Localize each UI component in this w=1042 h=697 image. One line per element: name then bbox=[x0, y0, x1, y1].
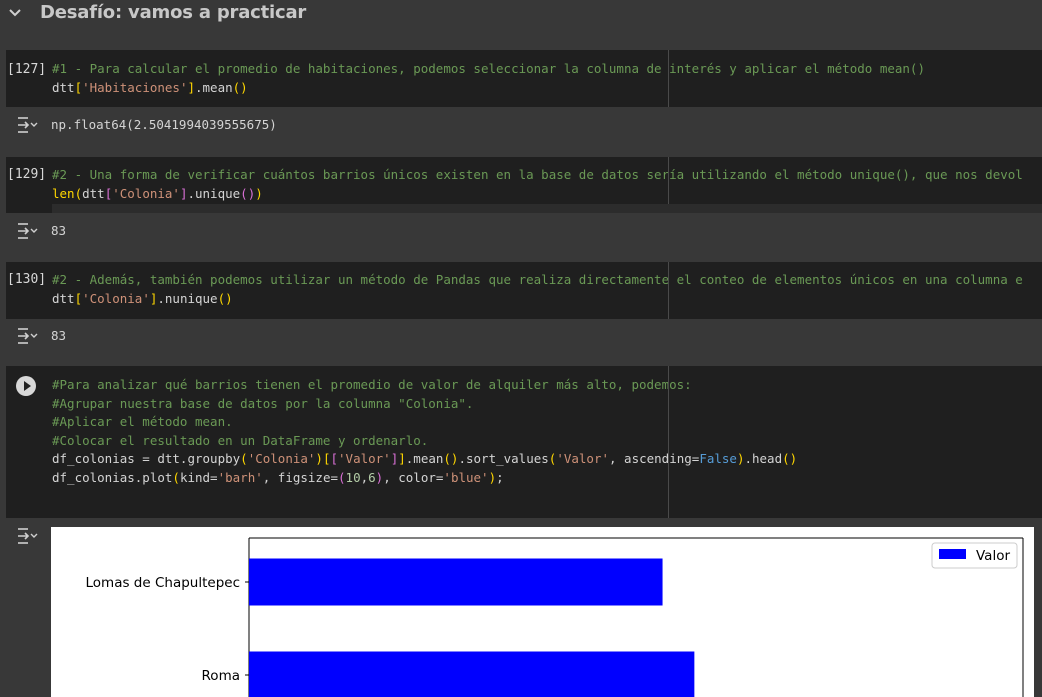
code-token: [ bbox=[330, 451, 338, 466]
code-token: () bbox=[218, 291, 233, 306]
code-line: dtt['Habitaciones'].mean() bbox=[52, 79, 925, 98]
code-token: dtt bbox=[52, 291, 75, 306]
y-tick-label: Lomas de Chapultepec bbox=[86, 575, 241, 591]
execution-count: [127] bbox=[7, 62, 46, 77]
code-token: ) bbox=[255, 186, 263, 201]
execution-count: [130] bbox=[7, 272, 46, 287]
cell-output: 83 bbox=[51, 328, 66, 343]
code-token: 'Colonia' bbox=[112, 186, 180, 201]
chevron-down-icon[interactable] bbox=[7, 4, 23, 20]
output-toggle-icon[interactable] bbox=[16, 222, 40, 240]
code-editor[interactable]: #Para analizar qué barrios tienen el pro… bbox=[52, 376, 797, 487]
code-editor[interactable]: #1 - Para calcular el promedio de habita… bbox=[52, 60, 925, 97]
legend-swatch bbox=[939, 549, 966, 559]
output-toggle-icon[interactable] bbox=[16, 116, 40, 134]
code-line: df_colonias = dtt.groupby('Colonia')[['V… bbox=[52, 450, 797, 469]
bar-chart-output: Lomas de Chapultepec Roma Valor bbox=[51, 527, 1034, 697]
output-toggle-icon[interactable] bbox=[16, 327, 40, 345]
code-token: 'barh' bbox=[218, 470, 263, 485]
section-title: Desafío: vamos a practicar bbox=[40, 2, 306, 23]
code-token: , bbox=[361, 470, 369, 485]
code-token: () bbox=[233, 80, 248, 95]
bar-chart: Lomas de Chapultepec Roma Valor bbox=[51, 527, 1034, 697]
code-token: ( bbox=[240, 451, 248, 466]
code-editor[interactable]: #2 - Además, también podemos utilizar un… bbox=[52, 271, 1023, 308]
code-token: kind= bbox=[180, 470, 218, 485]
code-token: 6 bbox=[368, 470, 376, 485]
execution-count: [129] bbox=[7, 167, 46, 182]
code-line: df_colonias.plot(kind='barh', figsize=(1… bbox=[52, 469, 797, 488]
code-line: #1 - Para calcular el promedio de habita… bbox=[52, 60, 925, 79]
section-header[interactable]: Desafío: vamos a practicar bbox=[0, 0, 1042, 28]
code-token: 10 bbox=[346, 470, 361, 485]
output-toggle-icon[interactable] bbox=[16, 527, 40, 545]
code-token: , figsize= bbox=[263, 470, 338, 485]
bar-roma bbox=[249, 652, 694, 697]
code-token: .sort_values bbox=[458, 451, 548, 466]
code-line: #Colocar el resultado en un DataFrame y … bbox=[52, 432, 797, 451]
code-line: #Agrupar nuestra base de datos por la co… bbox=[52, 395, 797, 414]
y-tick-label: Roma bbox=[202, 668, 240, 684]
code-line: #2 - Una forma de verificar cuántos barr… bbox=[52, 166, 1023, 185]
code-token: () bbox=[782, 451, 797, 466]
code-token: df_colonias = dtt.groupby bbox=[52, 451, 240, 466]
line-length-ruler bbox=[668, 50, 669, 107]
code-token: , color= bbox=[383, 470, 443, 485]
code-token: .mean bbox=[406, 451, 444, 466]
code-token: ( bbox=[75, 186, 83, 201]
code-line: #Aplicar el método mean. bbox=[52, 413, 797, 432]
code-token: False bbox=[699, 451, 737, 466]
code-token: 'Valor' bbox=[338, 451, 391, 466]
code-token: .unique bbox=[187, 186, 240, 201]
run-cell-button[interactable] bbox=[16, 376, 36, 396]
cell-output: 83 bbox=[51, 223, 66, 238]
code-token: #Para analizar qué barrios tienen el pro… bbox=[52, 377, 692, 392]
code-token: #Agrupar nuestra base de datos por la co… bbox=[52, 396, 473, 411]
code-token: dtt bbox=[52, 80, 75, 95]
line-length-ruler bbox=[668, 262, 669, 319]
bar-lomas-de-chapultepec bbox=[249, 559, 663, 606]
code-editor[interactable]: #2 - Una forma de verificar cuántos barr… bbox=[52, 166, 1023, 203]
code-line: len(dtt['Colonia'].unique()) bbox=[52, 185, 1023, 204]
code-token: ] bbox=[187, 80, 195, 95]
code-token: dtt bbox=[82, 186, 105, 201]
code-token: [ bbox=[75, 80, 83, 95]
code-line: dtt['Colonia'].nunique() bbox=[52, 290, 1023, 309]
horizontal-scrollbar[interactable] bbox=[52, 204, 1042, 213]
code-token: #1 - Para calcular el promedio de habita… bbox=[52, 61, 925, 76]
code-token: ( bbox=[338, 470, 346, 485]
code-token: 'Valor' bbox=[556, 451, 609, 466]
code-token: () bbox=[240, 186, 255, 201]
code-token: #2 - Además, también podemos utilizar un… bbox=[52, 272, 1023, 287]
code-token: .nunique bbox=[157, 291, 217, 306]
code-token: , ascending= bbox=[609, 451, 699, 466]
cell-output: np.float64(2.5041994039555675) bbox=[51, 117, 277, 132]
code-token: #Colocar el resultado en un DataFrame y … bbox=[52, 433, 428, 448]
legend-label: Valor bbox=[976, 548, 1010, 564]
code-token: .mean bbox=[195, 80, 233, 95]
code-line: #Para analizar qué barrios tienen el pro… bbox=[52, 376, 797, 395]
code-token: 'Colonia' bbox=[248, 451, 316, 466]
code-token: df_colonias.plot bbox=[52, 470, 172, 485]
code-token: #Aplicar el método mean. bbox=[52, 414, 233, 429]
code-token: ] bbox=[398, 451, 406, 466]
code-token: 'Habitaciones' bbox=[82, 80, 187, 95]
line-length-ruler bbox=[668, 366, 669, 518]
code-token: [ bbox=[75, 291, 83, 306]
code-token: ( bbox=[172, 470, 180, 485]
code-line: #2 - Además, también podemos utilizar un… bbox=[52, 271, 1023, 290]
code-token: ; bbox=[496, 470, 504, 485]
code-token: len bbox=[52, 186, 75, 201]
code-token: 'Colonia' bbox=[82, 291, 150, 306]
code-token: () bbox=[443, 451, 458, 466]
code-token: .head bbox=[744, 451, 782, 466]
code-token: ) bbox=[489, 470, 497, 485]
code-token: 'blue' bbox=[443, 470, 488, 485]
code-token: #2 - Una forma de verificar cuántos barr… bbox=[52, 167, 1023, 182]
code-token: ) bbox=[315, 451, 323, 466]
